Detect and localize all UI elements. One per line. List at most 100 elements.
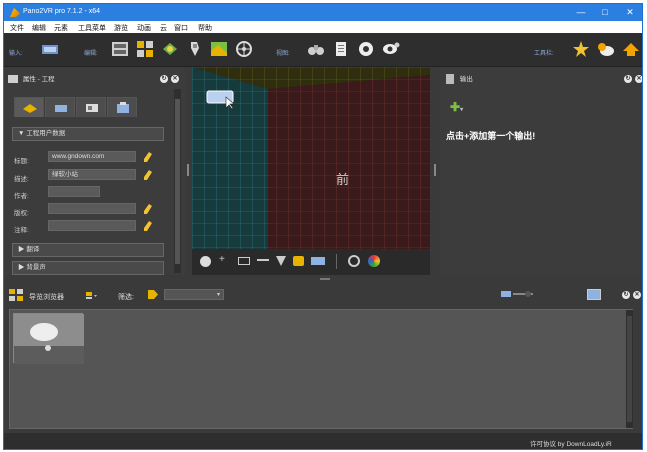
tab-settings[interactable] [107,97,137,117]
viewport-toolbar: + [192,249,430,275]
close-button[interactable]: ✕ [618,6,642,19]
menu-file[interactable]: 文件 [10,23,24,33]
view-circle-icon[interactable] [356,39,376,59]
binoculars-icon[interactable] [306,39,326,59]
tour-map-icon[interactable] [209,39,229,59]
main-toolbar: 输入: 编辑: 视图: 工具栏: [4,33,642,67]
properties-header: 属性 - 工程 [8,73,55,85]
viewing-parameters-icon[interactable] [110,39,130,59]
app-logo-icon [10,8,20,17]
hand-icon[interactable] [293,256,304,266]
face-label: 前 [336,173,350,188]
bottom-splitter-handle[interactable] [320,278,330,280]
section-background-sound[interactable]: ▶ 背景声 [12,261,164,275]
thumbnail-size-slider[interactable] [513,291,533,297]
slider-thumb[interactable] [525,291,531,297]
edit-label: 编辑: [84,51,98,57]
left-splitter-handle[interactable] [187,164,189,176]
tour-browser-icon [9,289,23,301]
tab-media[interactable] [76,97,106,117]
add-output-icon[interactable]: ✚▾ [450,100,463,114]
copyright-input[interactable] [48,203,136,214]
output-close-button[interactable]: ✕ [635,75,642,83]
cloud-icon[interactable] [596,39,616,59]
collapsed-icon: ▶ [18,264,25,271]
menu-help[interactable]: 帮助 [198,23,212,33]
minimize-button[interactable]: — [569,6,593,19]
level-icon[interactable] [257,259,269,261]
view-mode-icon[interactable] [587,289,601,300]
sort-dropdown-icon[interactable] [84,290,98,301]
field-label-copyright: 版权: [14,210,29,217]
edit-description-icon[interactable] [144,170,152,180]
tour-browser-icon[interactable] [185,39,205,59]
properties-icon [8,75,18,84]
right-splitter-handle[interactable] [434,164,436,176]
browser-close-button[interactable]: ✕ [633,291,641,299]
browser-float-button[interactable]: ↻ [622,291,630,299]
menu-cloud[interactable]: 云 [160,23,167,33]
author-input[interactable] [48,186,100,197]
filter-label: 筛选: [118,294,134,301]
filter-tag-icon[interactable] [147,289,159,300]
app-window: Pano2VR pro 7.1.2 - x64 — □ ✕ 文件 编辑 元素 工… [3,3,643,450]
toolbar-divider [336,254,337,269]
publish-icon[interactable] [621,39,641,59]
crosshair-icon[interactable]: + [219,254,225,265]
compass-icon[interactable] [200,256,211,267]
wizard-icon[interactable] [571,39,591,59]
output-float-button[interactable]: ↻ [624,75,632,83]
menu-tools[interactable]: 工具菜单 [78,23,106,33]
collapsed-icon: ▶ [18,246,25,253]
properties-scrollbar[interactable] [174,89,181,273]
menu-edit[interactable]: 编辑 [32,23,46,33]
tour-browser-grid[interactable] [9,309,633,429]
target-icon[interactable] [348,255,360,267]
section-translate[interactable]: ▶ 翻译 [12,243,164,257]
grid-icon[interactable] [238,257,250,265]
menu-elements[interactable]: 元素 [54,23,68,33]
properties-panel: 属性 - 工程 ↻ ✕ ▼ 工程用户数据 标题: www.gndown.com … [4,67,185,275]
maximize-button[interactable]: □ [593,6,617,19]
edit-title-icon[interactable] [144,152,152,162]
tab-project[interactable] [14,97,44,117]
tour-browser: 导览浏览器 筛选: ▾ ↻ ✕ [4,284,642,449]
edit-copyright-icon[interactable] [144,204,152,214]
status-bar: 许可协议 by DownLoadLy.iR [4,433,642,449]
menu-animation[interactable]: 动画 [137,23,151,33]
scrollbar-thumb[interactable] [175,99,180,264]
field-label-comment: 注释: [14,227,29,234]
filter-dropdown[interactable]: ▾ [164,289,224,300]
panel-close-button[interactable]: ✕ [171,75,179,83]
eye-settings-icon[interactable] [381,39,401,59]
panorama-view-icon[interactable] [311,257,325,265]
import-panorama-icon[interactable] [40,39,60,59]
browser-scrollbar-track[interactable] [627,316,632,422]
patches-icon[interactable] [135,39,155,59]
output-icon [446,74,454,85]
comment-input[interactable] [48,220,136,231]
panorama-viewport[interactable]: 前 [192,67,430,249]
panorama-thumbnail[interactable] [13,313,84,364]
animation-icon[interactable] [234,39,254,59]
output-panel: 输出 ↻ ✕ ✚▾ 点击+添加第一个输出! [440,67,642,275]
thumbnail-size-icon [501,291,511,297]
description-input[interactable]: 绿软小站 [48,169,136,180]
section-user-data[interactable]: ▼ 工程用户数据 [12,127,164,141]
funnel-icon[interactable] [276,256,286,266]
properties-title: 属性 - 工程 [22,76,55,83]
menu-tour[interactable]: 游览 [114,23,128,33]
output-title: 输出 [459,76,473,83]
edit-comment-icon[interactable] [144,221,152,231]
add-output-prompt: 点击+添加第一个输出! [446,131,536,141]
clipboard-icon[interactable] [331,39,351,59]
panorama-thumbnail-icon[interactable] [206,87,236,110]
menu-window[interactable]: 窗口 [174,23,188,33]
hotspots-icon[interactable] [160,39,180,59]
color-wheel-icon[interactable] [368,255,380,267]
title-input[interactable]: www.gndown.com [48,151,136,162]
view-label: 视图: [276,51,290,57]
browser-scrollbar[interactable] [626,310,633,428]
panel-float-button[interactable]: ↻ [160,75,168,83]
tab-panorama[interactable] [45,97,75,117]
